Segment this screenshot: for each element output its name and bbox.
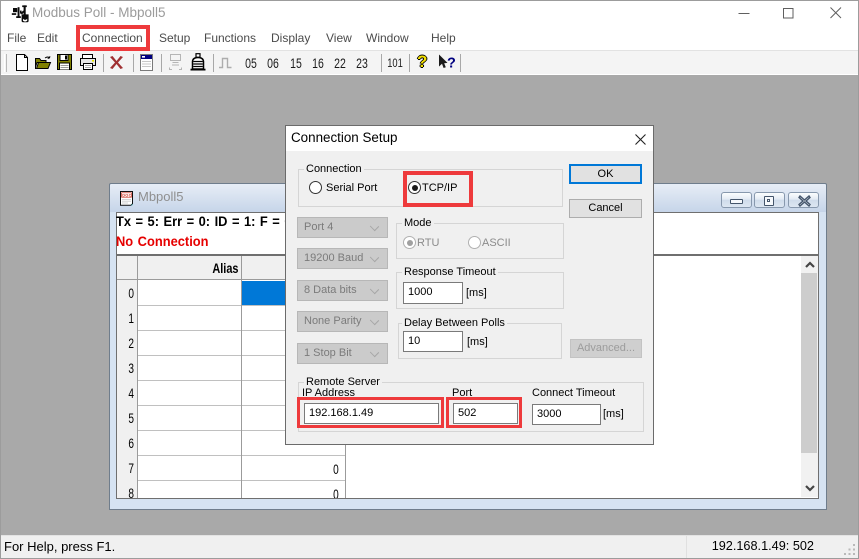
- svg-text:DOC: DOC: [122, 192, 132, 197]
- svg-text:?: ?: [447, 56, 456, 72]
